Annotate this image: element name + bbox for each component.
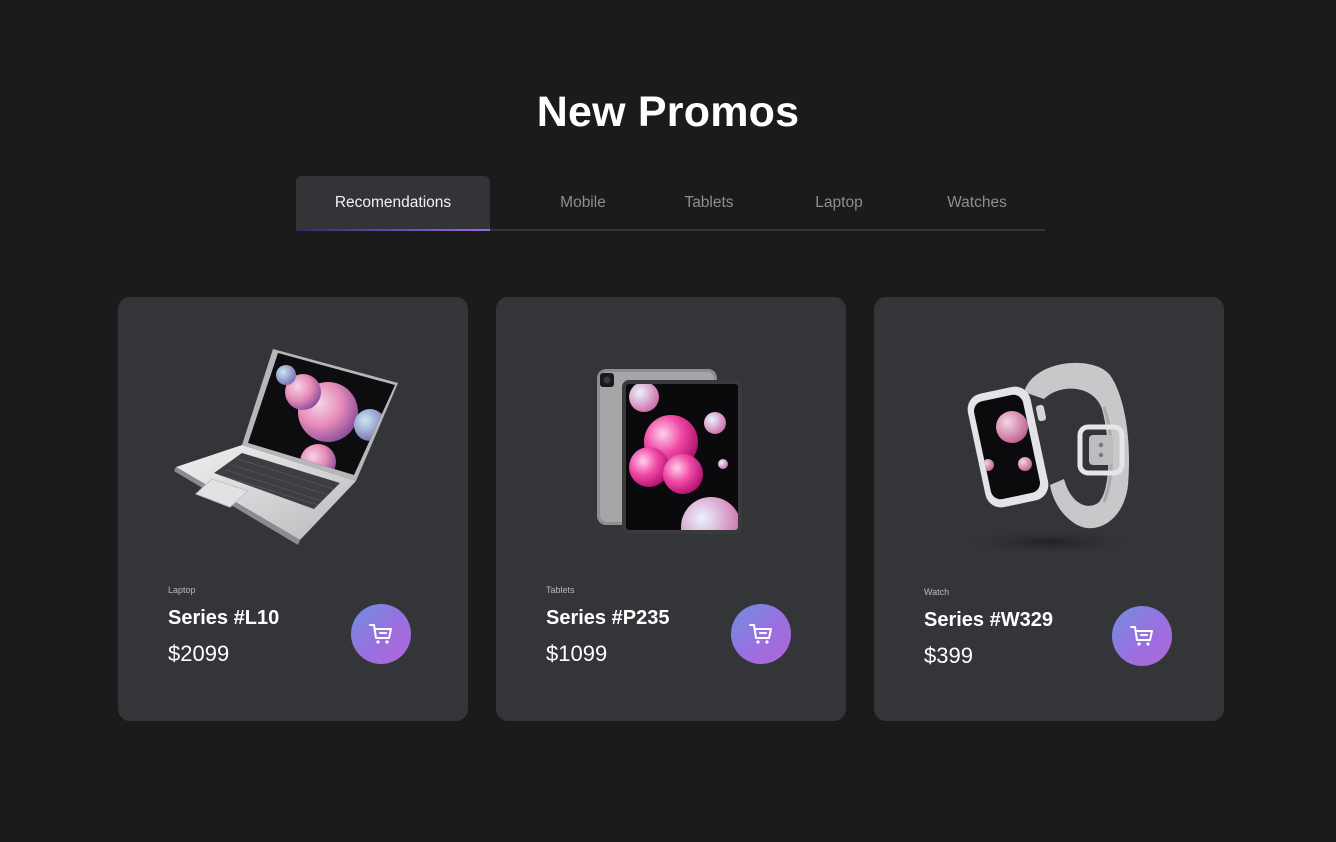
product-category: Laptop: [168, 585, 196, 595]
cart-icon: [749, 624, 772, 644]
tab-tablets[interactable]: Tablets: [662, 176, 756, 229]
smartwatch-image: [954, 362, 1144, 556]
tab-laptop[interactable]: Laptop: [792, 176, 886, 229]
cart-icon: [1130, 626, 1153, 646]
product-category: Tablets: [546, 585, 575, 595]
product-card[interactable]: Laptop Series #L10 $2099: [118, 297, 468, 721]
add-to-cart-button[interactable]: [351, 604, 411, 664]
product-card[interactable]: Tablets Series #P235 $1099: [496, 297, 846, 721]
add-to-cart-button[interactable]: [1112, 606, 1172, 666]
add-to-cart-button[interactable]: [731, 604, 791, 664]
product-price: $1099: [546, 641, 608, 666]
product-category: Watch: [924, 587, 950, 597]
tablet-image: [597, 369, 742, 534]
category-tabs: Recomendations Mobile Tablets Laptop Wat…: [296, 176, 1045, 231]
tab-mobile[interactable]: Mobile: [536, 176, 630, 229]
cart-icon: [369, 624, 392, 644]
product-name: Series #L10: [168, 607, 280, 629]
laptop-image: [174, 349, 398, 545]
product-price: $2099: [168, 641, 230, 666]
product-price: $399: [924, 643, 973, 668]
tab-watches[interactable]: Watches: [929, 176, 1025, 229]
product-name: Series #W329: [924, 609, 1053, 631]
product-card[interactable]: Watch Series #W329 $399: [874, 297, 1224, 721]
page-title: New Promos: [536, 88, 800, 136]
product-name: Series #P235: [546, 607, 670, 629]
tab-recomendations[interactable]: Recomendations: [296, 176, 490, 231]
